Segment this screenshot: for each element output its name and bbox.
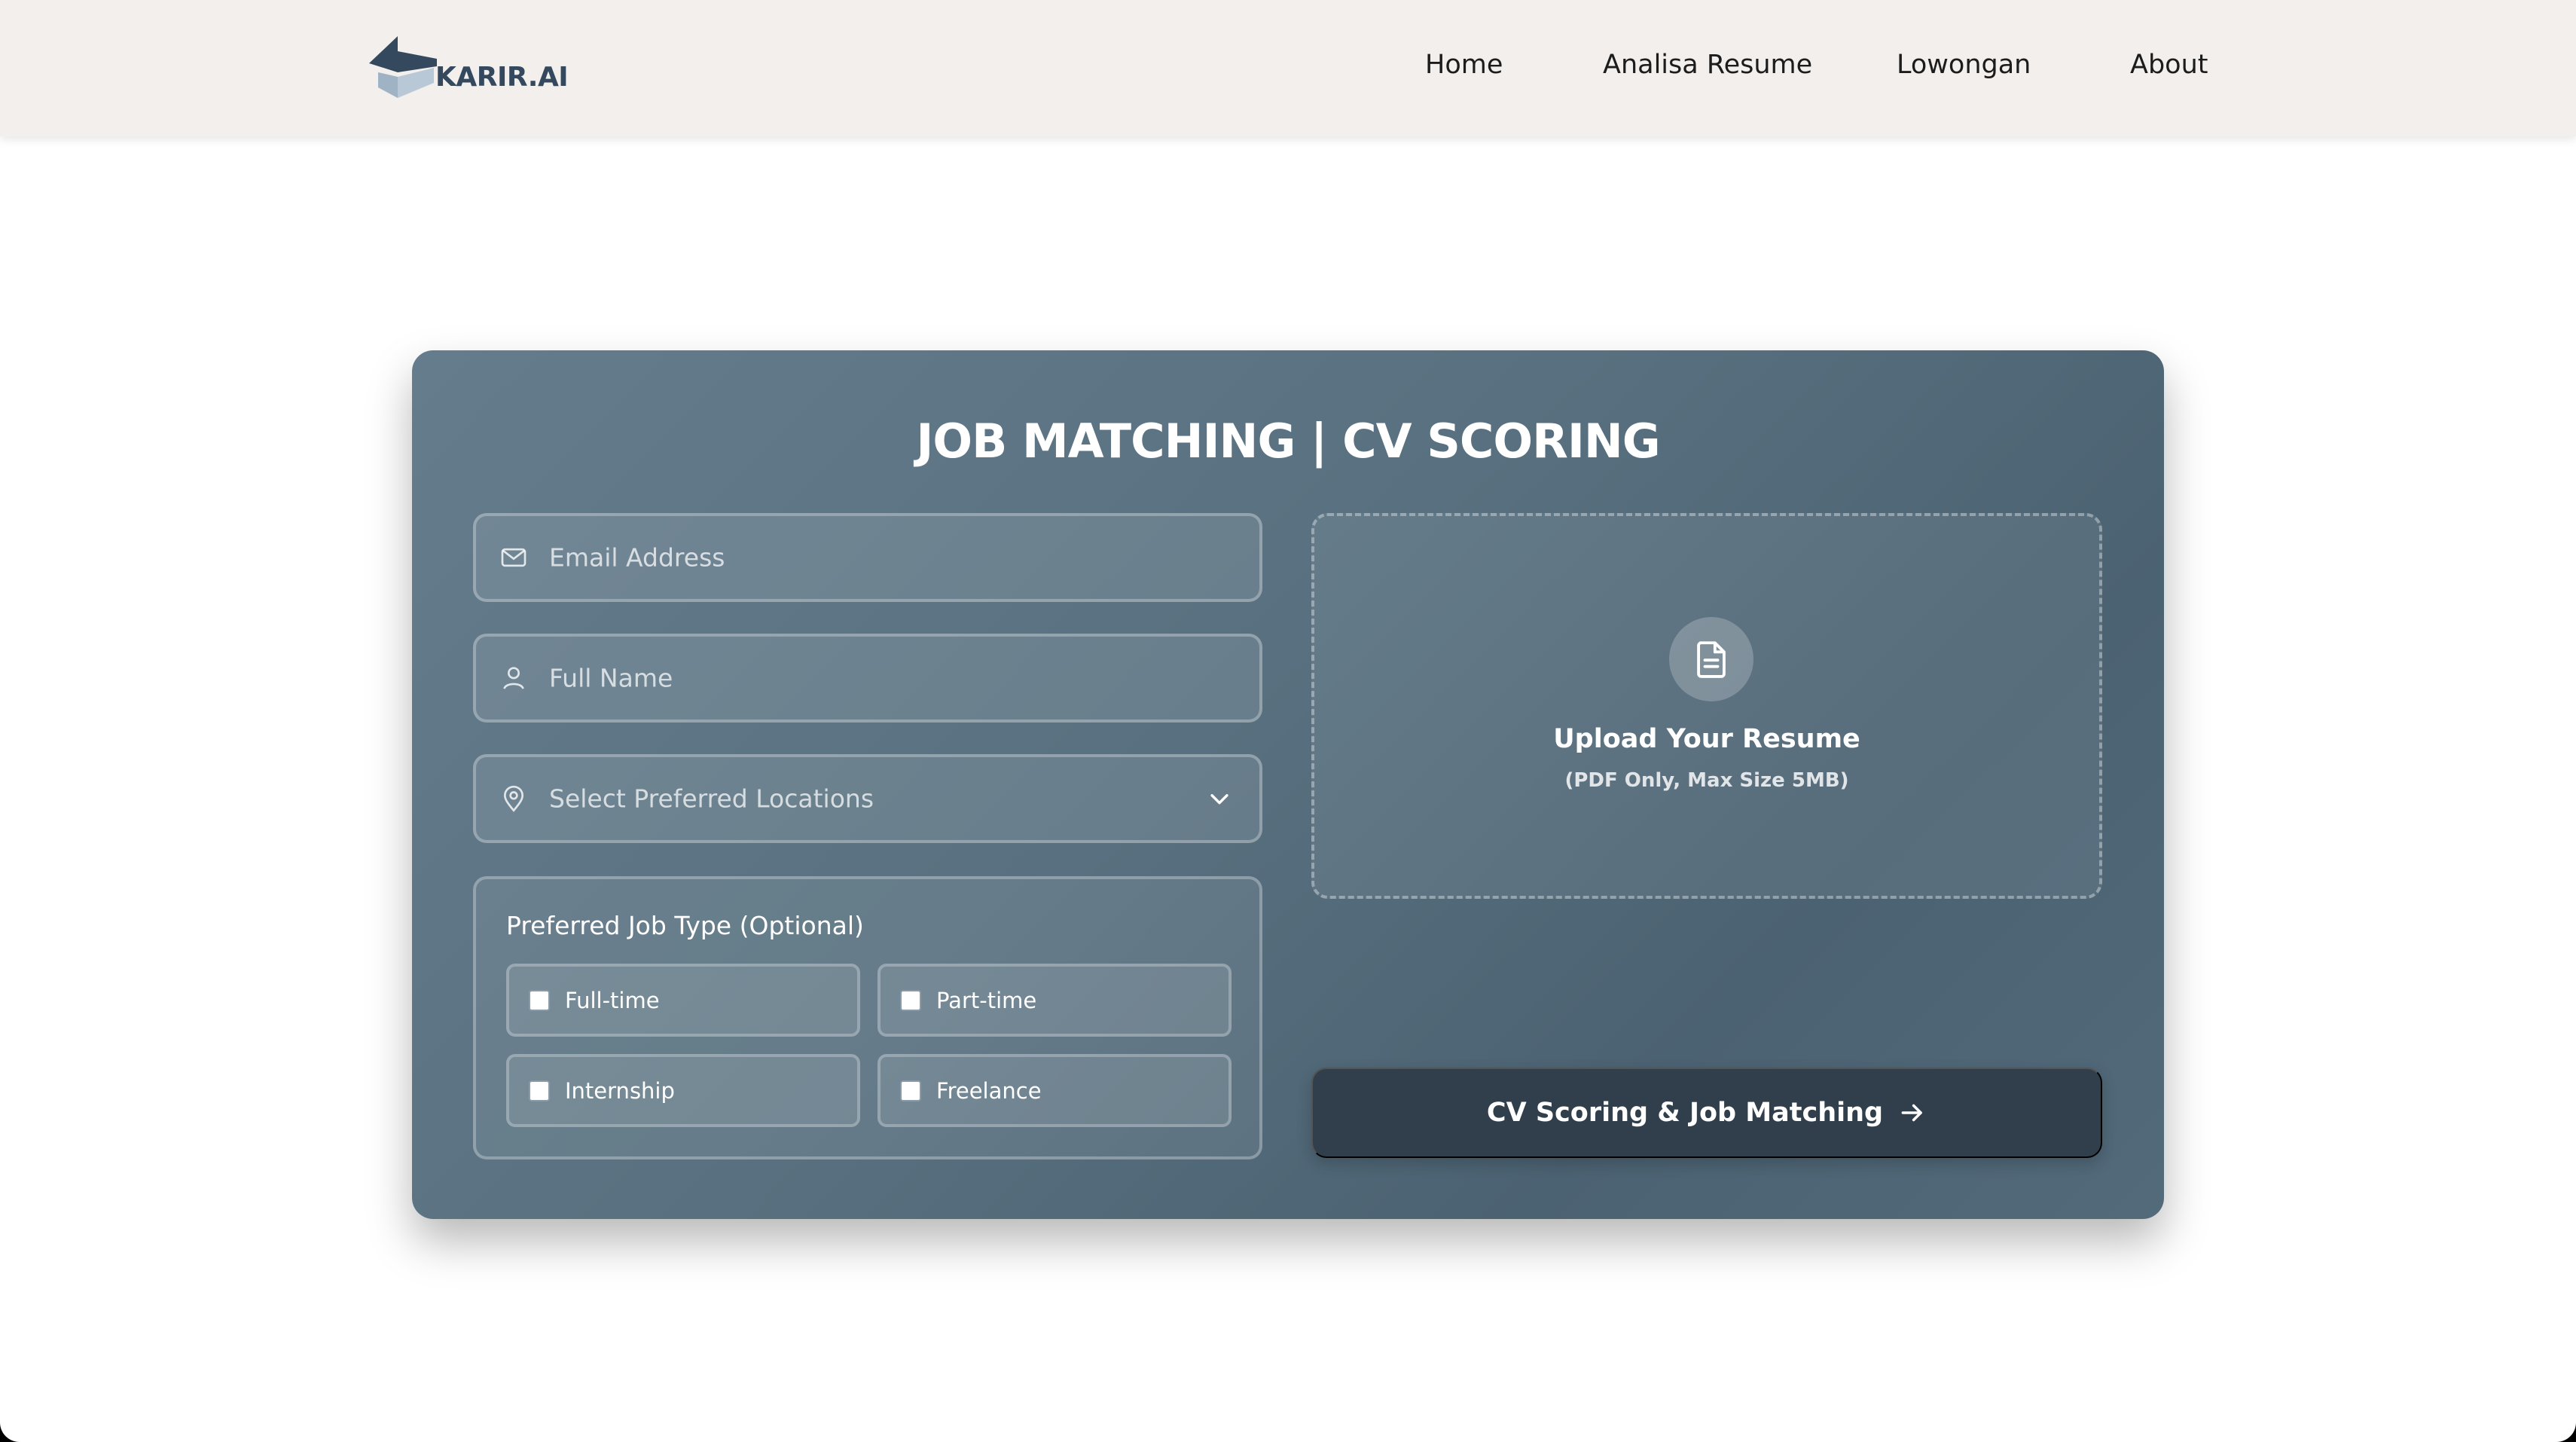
document-icon [1697, 641, 1726, 678]
nav-analisa-resume[interactable]: Analisa Resume [1603, 50, 1812, 80]
job-type-label: Freelance [936, 1077, 1042, 1104]
upload-title: Upload Your Resume [1553, 724, 1860, 754]
page: KARIR.AI Home Analisa Resume Lowongan Ab… [0, 0, 2576, 1442]
full-name-field[interactable]: Full Name [473, 634, 1262, 723]
job-type-label: Part-time [936, 987, 1037, 1013]
job-matching-card: JOB MATCHING | CV SCORING Email Address … [412, 350, 2164, 1219]
job-type-label: Full-time [565, 987, 660, 1013]
checkbox[interactable] [900, 989, 921, 1011]
arrow-right-icon [1901, 1104, 1922, 1122]
job-type-part-time[interactable]: Part-time [877, 964, 1232, 1037]
checkbox[interactable] [529, 1080, 550, 1101]
map-pin-icon [503, 785, 524, 812]
chevron-down-icon[interactable] [1207, 786, 1232, 811]
email-field[interactable]: Email Address [473, 513, 1262, 602]
checkbox[interactable] [900, 1080, 921, 1101]
submit-label: CV Scoring & Job Matching [1486, 1098, 1884, 1128]
upload-subtitle: (PDF Only, Max Size 5MB) [1564, 769, 1849, 792]
job-type-title: Preferred Job Type (Optional) [506, 911, 864, 940]
nav-links: Home Analisa Resume Lowongan About [0, 50, 2576, 87]
location-placeholder: Select Preferred Locations [549, 784, 874, 814]
job-type-freelance[interactable]: Freelance [877, 1054, 1232, 1127]
job-type-group: Preferred Job Type (Optional) Full-time … [473, 876, 1262, 1159]
navbar: KARIR.AI Home Analisa Resume Lowongan Ab… [0, 0, 2576, 136]
card-title: JOB MATCHING | CV SCORING [916, 414, 1660, 469]
location-select[interactable]: Select Preferred Locations [473, 754, 1262, 843]
nav-about[interactable]: About [2130, 50, 2208, 80]
nav-home[interactable]: Home [1425, 50, 1503, 80]
full-name-placeholder: Full Name [549, 663, 673, 693]
resume-upload-dropzone[interactable]: Upload Your Resume (PDF Only, Max Size 5… [1311, 513, 2102, 899]
nav-lowongan[interactable]: Lowongan [1897, 50, 2031, 80]
job-type-full-time[interactable]: Full-time [506, 964, 860, 1037]
job-type-internship[interactable]: Internship [506, 1054, 860, 1127]
email-placeholder: Email Address [549, 542, 725, 573]
upload-icon-circle [1669, 617, 1753, 701]
cv-scoring-submit-button[interactable]: CV Scoring & Job Matching [1311, 1068, 2102, 1158]
job-type-label: Internship [565, 1077, 675, 1104]
mail-icon [501, 548, 526, 567]
checkbox[interactable] [529, 989, 550, 1011]
user-icon [503, 667, 524, 689]
